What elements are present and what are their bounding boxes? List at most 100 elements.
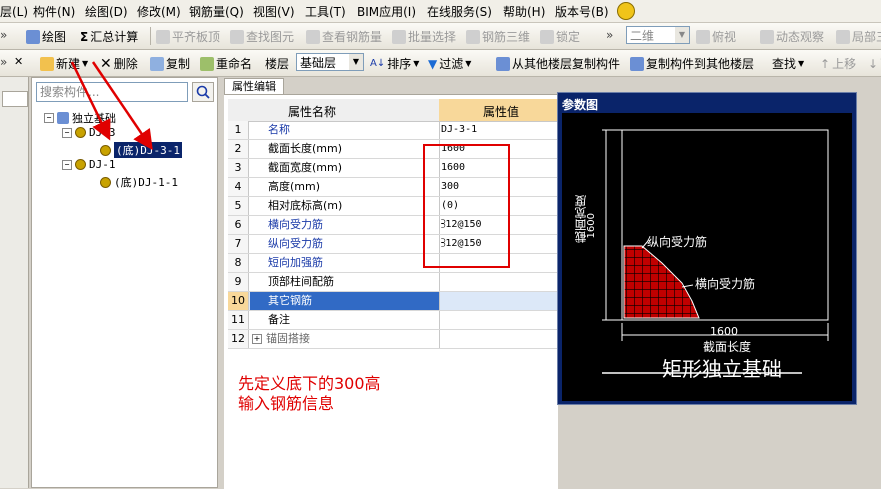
flat-top-button[interactable]: 平齐板顶 — [156, 28, 220, 45]
property-name: 其它钢筋 — [250, 292, 439, 310]
sort-button[interactable]: A↓ 排序 ▼ — [370, 55, 419, 72]
draw-button[interactable]: 绘图 — [26, 28, 66, 45]
menu-layer[interactable]: 层(L) — [0, 3, 28, 20]
arrow-down-icon: ↓ — [868, 56, 879, 71]
property-name: 锚固搭接 — [266, 332, 310, 345]
property-row[interactable]: 5 相对底标高(m) (0) — [228, 197, 564, 216]
label-width: 截面宽度 — [574, 195, 588, 243]
tab-property-edit[interactable]: 属性编辑 — [224, 78, 284, 95]
menu-modify[interactable]: 修改(M) — [137, 3, 181, 20]
tree-node-dj3-1[interactable]: (底)DJ-3-1 — [100, 142, 182, 158]
col-header-name: 属性名称 — [288, 105, 337, 119]
menu-help[interactable]: 帮助(H) — [503, 3, 545, 20]
tree-node-dj1[interactable]: − DJ-1 — [62, 158, 116, 171]
lock-icon — [540, 29, 554, 44]
overflow-chevron-icon[interactable]: » — [0, 55, 7, 69]
sigma-icon: Σ — [80, 29, 89, 44]
dim-length-value: 1600 — [710, 325, 738, 338]
lock-button[interactable]: 锁定 — [540, 28, 580, 45]
filter-button[interactable]: ▼ 过滤 ▼ — [428, 55, 471, 72]
menu-bim[interactable]: BIM应用(I) — [357, 3, 416, 20]
row-number: 4 — [228, 178, 249, 196]
property-value[interactable]: DJ-3-1 — [441, 121, 477, 139]
rename-button[interactable]: 重命名 — [200, 55, 252, 72]
orbit-button[interactable]: 动态观察 — [760, 28, 824, 45]
property-row[interactable]: 4 高度(mm) 300 — [228, 178, 564, 197]
tree-node-dj1-1[interactable]: (底)DJ-1-1 — [100, 174, 178, 190]
property-name: 相对底标高(m) — [268, 199, 343, 212]
delete-button[interactable]: ✕ 删除 — [100, 55, 138, 72]
property-row[interactable]: 9 顶部柱间配筋 — [228, 273, 564, 292]
view-steel-button[interactable]: 查看钢筋量 — [306, 28, 382, 45]
property-row[interactable]: 2 截面长度(mm) 1600 — [228, 140, 564, 159]
row-number: 11 — [228, 311, 249, 329]
search-input[interactable]: 搜索构件... — [36, 82, 188, 102]
property-row[interactable]: 7 纵向受力筋 ⫖12@150 — [228, 235, 564, 254]
new-button[interactable]: 新建 ▼ — [40, 55, 88, 72]
chevron-down-icon: ▼ — [675, 27, 689, 43]
rename-icon — [200, 56, 214, 71]
label-longitudinal: 纵向受力筋 — [647, 235, 708, 249]
top-view-button[interactable]: 俯视 — [696, 28, 736, 45]
copy-from-floor-button[interactable]: 从其他楼层复制构件 — [496, 55, 620, 72]
overflow-chevron-icon[interactable]: » — [606, 28, 613, 42]
property-row[interactable]: 12 + 锚固搭接 — [228, 330, 564, 349]
search-icon — [196, 85, 210, 99]
copy-to-floor-button[interactable]: 复制构件到其他楼层 — [630, 55, 754, 72]
floor-label: 楼层 — [265, 57, 290, 71]
move-down-button[interactable]: ↓下 — [868, 55, 881, 72]
menu-tools[interactable]: 工具(T) — [305, 3, 346, 20]
steel-3d-button[interactable]: 钢筋三维 — [466, 28, 530, 45]
find-element-button[interactable]: 查找图元 — [230, 28, 294, 45]
property-row[interactable]: 11 备注 — [228, 311, 564, 330]
local-3d-button[interactable]: 局部三 — [836, 28, 881, 45]
floor-select[interactable]: 基础层 ▼ — [296, 53, 364, 71]
property-row[interactable]: 6 横向受力筋 ⫖12@150 — [228, 216, 564, 235]
flat-top-icon — [156, 29, 170, 44]
tree-node-dj3[interactable]: − DJ-3 — [62, 126, 116, 139]
chevron-down-icon: ▼ — [413, 59, 420, 68]
property-name: 纵向受力筋 — [268, 237, 323, 250]
find-button[interactable]: 查找 ▼ — [772, 55, 804, 72]
move-up-button[interactable]: ↑ 上移 — [820, 55, 856, 72]
row-number: 9 — [228, 273, 249, 291]
parameter-figure-panel: 参数图 1600 截面宽度 纵向受力筋 横向受力筋 1600 截面长度 矩形独立… — [557, 92, 857, 405]
overflow-chevron-icon[interactable]: » — [0, 28, 7, 42]
collapse-icon[interactable]: − — [44, 113, 54, 123]
menu-steel[interactable]: 钢筋量(Q) — [189, 3, 244, 20]
collapse-icon[interactable]: − — [62, 127, 72, 138]
search-button[interactable] — [192, 82, 214, 102]
nav-tab[interactable] — [2, 91, 28, 107]
copy-button[interactable]: 复制 — [150, 55, 190, 72]
menu-version[interactable]: 版本号(B) — [555, 3, 609, 20]
property-row[interactable]: 10 其它钢筋 — [228, 292, 564, 311]
batch-select-button[interactable]: 批量选择 — [392, 28, 456, 45]
property-row[interactable]: 3 截面宽度(mm) 1600 — [228, 159, 564, 178]
menu-component[interactable]: 构件(N) — [33, 3, 75, 20]
row-number: 7 — [228, 235, 249, 253]
menu-draw[interactable]: 绘图(D) — [85, 3, 128, 20]
menu-online[interactable]: 在线服务(S) — [427, 3, 492, 20]
toolbar-main: » 绘图 Σ 汇总计算 平齐板顶 查找图元 查看钢筋量 批量选择 钢筋三维 锁定 … — [0, 23, 881, 50]
avatar-icon[interactable] — [617, 2, 635, 20]
column-divider — [439, 273, 440, 291]
close-panel-icon[interactable]: ✕ — [14, 55, 23, 68]
row-number: 5 — [228, 197, 249, 215]
component-tree-panel: 搜索构件... − 独立基础 − DJ-3 (底)DJ-3-1 − DJ-1 (… — [31, 77, 218, 488]
collapse-icon[interactable]: − — [62, 159, 72, 170]
expand-icon[interactable]: + — [252, 334, 262, 344]
chevron-down-icon: ▼ — [82, 59, 89, 68]
menu-view[interactable]: 视图(V) — [253, 3, 295, 20]
splitter[interactable] — [219, 77, 223, 488]
tree-root[interactable]: − 独立基础 — [44, 110, 116, 126]
local-3d-icon — [836, 29, 850, 44]
col-header-value: 属性值 — [483, 105, 520, 119]
component-icon — [100, 144, 111, 156]
property-row[interactable]: 8 短向加强筋 — [228, 254, 564, 273]
property-row[interactable]: 1 名称 DJ-3-1 — [228, 121, 564, 140]
view-mode-select[interactable]: 二维 ▼ — [626, 26, 690, 44]
foundation-icon — [57, 112, 69, 124]
sum-button[interactable]: Σ 汇总计算 — [80, 28, 138, 45]
annotation-text: 先定义底下的300高 输入钢筋信息 — [238, 374, 381, 413]
draw-icon — [26, 29, 40, 44]
